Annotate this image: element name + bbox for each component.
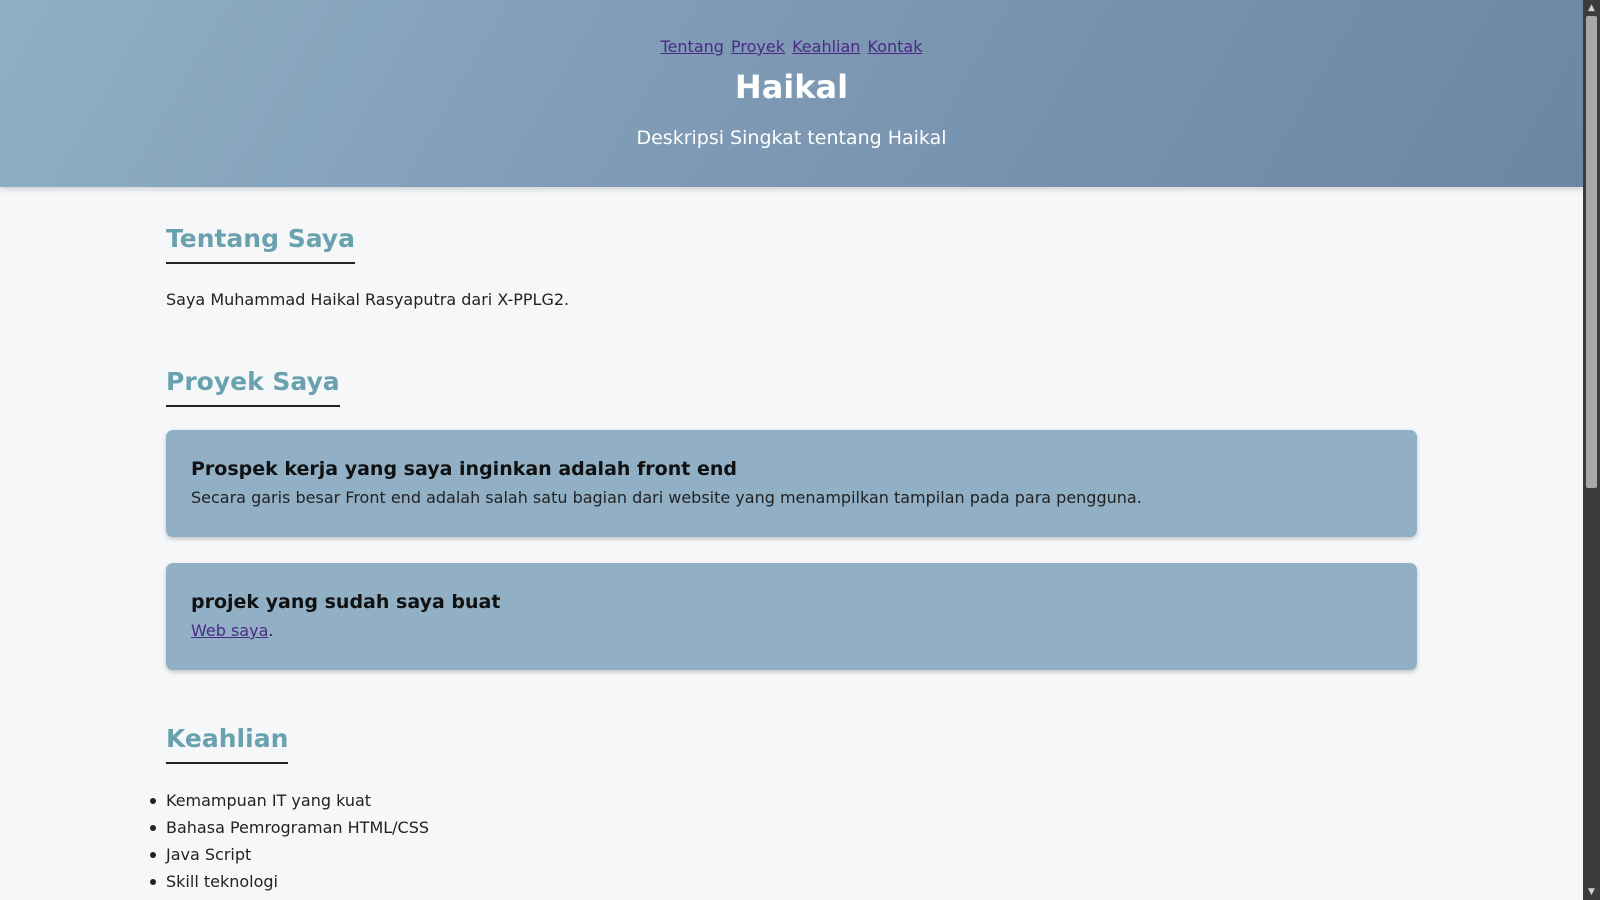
project-card: Prospek kerja yang saya inginkan adalah …	[166, 430, 1417, 537]
nav-link-kontak[interactable]: Kontak	[868, 37, 923, 56]
projects-heading: Proyek Saya	[166, 367, 340, 407]
list-item: Skill teknologi	[150, 871, 429, 898]
site-title: Haikal	[734, 68, 849, 106]
list-item: Java Script	[150, 844, 429, 871]
scroll-up-arrow-icon[interactable]: ▲	[1583, 0, 1600, 16]
bullet-icon	[150, 825, 156, 831]
project-card-title: projek yang sudah saya buat	[191, 591, 501, 613]
list-item: Kemampuan IT yang kuat	[150, 790, 429, 817]
project-card: projek yang sudah saya buat Web saya.	[166, 563, 1417, 670]
nav-link-tentang[interactable]: Tentang	[661, 37, 724, 56]
skill-label: Java Script	[166, 845, 252, 864]
project-card-title: Prospek kerja yang saya inginkan adalah …	[191, 458, 737, 480]
skill-label: Skill teknologi	[166, 872, 278, 891]
site-header: Tentang Proyek Keahlian Kontak Haikal De…	[0, 0, 1583, 187]
skills-list: Kemampuan IT yang kuat Bahasa Pemrograma…	[150, 790, 430, 898]
page-viewport: Tentang Proyek Keahlian Kontak Haikal De…	[0, 0, 1583, 900]
scroll-down-arrow-icon[interactable]: ▼	[1583, 884, 1600, 900]
nav-link-keahlian[interactable]: Keahlian	[792, 37, 860, 56]
about-heading: Tentang Saya	[166, 224, 355, 264]
main-nav: Tentang Proyek Keahlian Kontak	[0, 37, 1583, 56]
skill-label: Bahasa Pemrograman HTML/CSS	[166, 818, 430, 837]
nav-link-proyek[interactable]: Proyek	[731, 37, 785, 56]
web-saya-link[interactable]: Web saya	[191, 621, 268, 640]
scrollbar-thumb[interactable]	[1586, 16, 1597, 488]
about-text: Saya Muhammad Haikal Rasyaputra dari X-P…	[166, 290, 570, 309]
vertical-scrollbar[interactable]: ▲ ▼	[1583, 0, 1600, 900]
project-card-text: Secara garis besar Front end adalah sala…	[191, 488, 1142, 507]
bullet-icon	[150, 879, 156, 885]
project-card-text: Web saya.	[191, 621, 1392, 640]
project-card-punctuation: .	[268, 621, 274, 640]
list-item: Bahasa Pemrograman HTML/CSS	[150, 817, 430, 844]
site-subtitle: Deskripsi Singkat tentang Haikal	[636, 127, 947, 149]
bullet-icon	[150, 798, 156, 804]
bullet-icon	[150, 852, 156, 858]
skills-heading: Keahlian	[166, 724, 289, 764]
skill-label: Kemampuan IT yang kuat	[166, 791, 372, 810]
